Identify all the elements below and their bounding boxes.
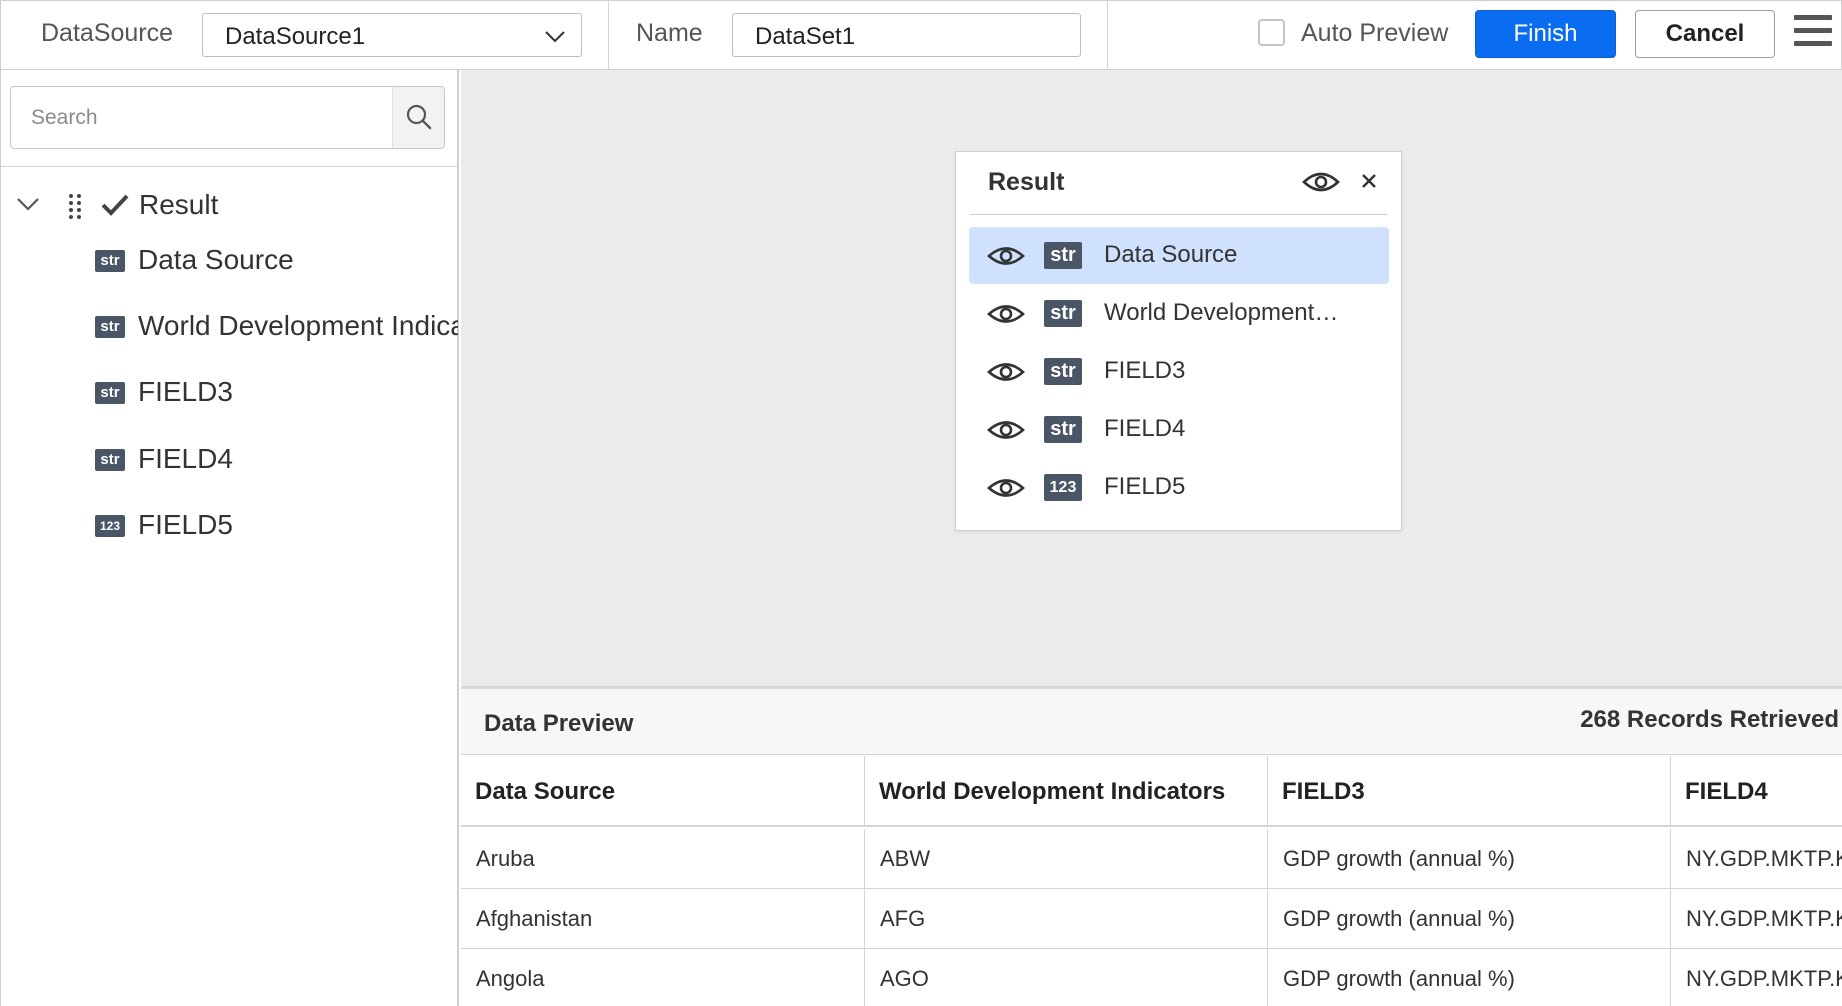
string-type-icon: str bbox=[1044, 300, 1082, 327]
panel-divider bbox=[1, 166, 458, 167]
eye-icon[interactable] bbox=[987, 243, 1025, 269]
string-type-icon: str bbox=[95, 316, 125, 338]
grid-header-row: Data Source World Development Indicators… bbox=[461, 756, 1842, 827]
finish-button[interactable]: Finish bbox=[1475, 10, 1616, 58]
table-cell: NY.GDP.MKTP.KD.ZG bbox=[1686, 906, 1842, 931]
datasource-dropdown[interactable]: DataSource1 bbox=[202, 13, 582, 57]
result-field-row[interactable]: str World Development… bbox=[969, 285, 1389, 342]
field-label: FIELD4 bbox=[1104, 415, 1186, 442]
chevron-down-icon[interactable] bbox=[15, 193, 41, 215]
tree-item-label: FIELD3 bbox=[138, 376, 233, 407]
result-field-row[interactable]: 123 FIELD5 bbox=[969, 459, 1389, 516]
tree-item-world-development-indicators[interactable]: str World Development Indicators bbox=[1, 302, 458, 352]
column-header[interactable]: FIELD3 bbox=[1268, 756, 1671, 826]
datasource-value: DataSource1 bbox=[225, 23, 366, 50]
table-cell: Aruba bbox=[461, 829, 865, 888]
string-type-icon: str bbox=[1044, 242, 1082, 269]
field-label: Data Source bbox=[1104, 241, 1238, 268]
data-preview-header: Data Preview 268 Records Retrieved bbox=[461, 689, 1842, 755]
number-type-icon: 123 bbox=[1044, 474, 1082, 501]
table-cell: NY.GDP.MKTP.KD.ZG bbox=[1686, 846, 1842, 871]
card-title: Result bbox=[988, 168, 1065, 196]
result-field-row[interactable]: str Data Source bbox=[969, 227, 1389, 284]
table-cell: ABW bbox=[865, 829, 1268, 888]
tree-item-label: World Development Indicators bbox=[138, 310, 458, 341]
table-cell: GDP growth (annual %) bbox=[1268, 829, 1671, 888]
close-icon[interactable] bbox=[1359, 171, 1379, 191]
result-field-row[interactable]: str FIELD3 bbox=[969, 343, 1389, 400]
search-button[interactable] bbox=[392, 87, 444, 148]
tree-root-label: Result bbox=[139, 189, 219, 220]
string-type-icon: str bbox=[1044, 416, 1082, 443]
field-label: FIELD3 bbox=[1104, 357, 1186, 384]
auto-preview-checkbox[interactable] bbox=[1258, 19, 1285, 46]
table-cell: AFG bbox=[865, 889, 1268, 948]
dataset-name-input[interactable]: DataSet1 bbox=[732, 13, 1081, 57]
drag-handle-icon[interactable] bbox=[68, 192, 82, 220]
field-label: FIELD5 bbox=[1104, 473, 1186, 500]
table-cell: GDP growth (annual %) bbox=[1268, 889, 1671, 948]
tree-item-data-source[interactable]: str Data Source bbox=[1, 236, 458, 286]
result-table-card[interactable]: Result str Data Source str World Develop… bbox=[955, 151, 1402, 531]
column-header[interactable]: Data Source bbox=[461, 756, 865, 826]
toolbar-divider bbox=[608, 1, 609, 70]
card-divider bbox=[970, 214, 1387, 215]
eye-icon[interactable] bbox=[987, 359, 1025, 385]
table-cell: GDP growth (annual %) bbox=[1268, 949, 1671, 1006]
auto-preview-label: Auto Preview bbox=[1301, 19, 1449, 47]
table-row: Angola AGO GDP growth (annual %) NY.GDP.… bbox=[461, 949, 1842, 1006]
search-placeholder: Search bbox=[31, 106, 98, 129]
eye-icon[interactable] bbox=[987, 475, 1025, 501]
datasource-label: DataSource bbox=[41, 19, 174, 47]
eye-icon[interactable] bbox=[987, 301, 1025, 327]
result-field-row[interactable]: str FIELD4 bbox=[969, 401, 1389, 458]
column-header[interactable]: World Development Indicators bbox=[865, 756, 1268, 826]
toolbar-divider bbox=[1107, 1, 1108, 70]
tree-node-result[interactable]: Result bbox=[1, 180, 458, 230]
eye-icon[interactable] bbox=[1302, 168, 1340, 196]
top-toolbar: DataSource DataSource1 Name DataSet1 Aut… bbox=[0, 0, 1842, 70]
search-input[interactable]: Search bbox=[10, 86, 445, 149]
tree-item-label: Data Source bbox=[138, 244, 294, 275]
eye-icon[interactable] bbox=[987, 417, 1025, 443]
tree-item-field3[interactable]: str FIELD3 bbox=[1, 368, 458, 418]
table-row: Afghanistan AFG GDP growth (annual %) NY… bbox=[461, 889, 1842, 949]
column-header[interactable]: FIELD4 bbox=[1671, 756, 1842, 826]
tree-item-field5[interactable]: 123 FIELD5 bbox=[1, 501, 458, 551]
records-count: 268 Records Retrieved bbox=[1580, 706, 1839, 733]
schema-panel: Search Result str Data Source str World … bbox=[0, 70, 459, 1006]
string-type-icon: str bbox=[95, 250, 125, 272]
chevron-down-icon bbox=[545, 31, 565, 43]
string-type-icon: str bbox=[95, 449, 125, 471]
table-cell: NY.GDP.MKTP.KD.ZG bbox=[1686, 966, 1842, 991]
tree-item-label: FIELD4 bbox=[138, 443, 233, 474]
hamburger-menu-icon[interactable] bbox=[1794, 15, 1832, 51]
string-type-icon: str bbox=[95, 382, 125, 404]
table-row: Aruba ABW GDP growth (annual %) NY.GDP.M… bbox=[461, 829, 1842, 889]
search-icon bbox=[406, 104, 432, 130]
checkmark-icon bbox=[101, 194, 129, 216]
number-type-icon: 123 bbox=[95, 515, 125, 537]
string-type-icon: str bbox=[1044, 358, 1082, 385]
data-preview-panel: Data Preview 268 Records Retrieved Data … bbox=[461, 686, 1842, 1006]
table-cell: Afghanistan bbox=[461, 889, 865, 948]
field-label: World Development… bbox=[1104, 299, 1339, 326]
dataset-name-value: DataSet1 bbox=[755, 23, 856, 50]
tree-item-field4[interactable]: str FIELD4 bbox=[1, 435, 458, 485]
tree-item-label: FIELD5 bbox=[138, 509, 233, 540]
data-preview-title: Data Preview bbox=[484, 710, 634, 737]
table-cell: Angola bbox=[461, 949, 865, 1006]
table-cell: AGO bbox=[865, 949, 1268, 1006]
cancel-button[interactable]: Cancel bbox=[1635, 10, 1775, 58]
name-label: Name bbox=[636, 19, 703, 47]
